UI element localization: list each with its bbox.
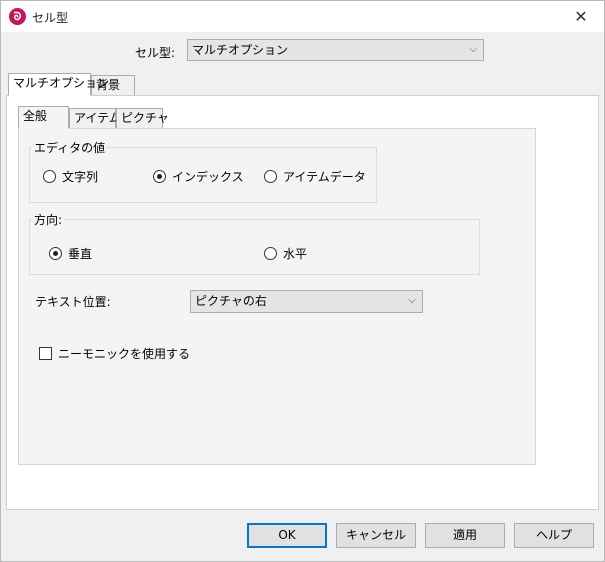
radio-horizontal[interactable]: 水平 <box>264 245 307 262</box>
radio-itemdata-circle[interactable] <box>264 170 277 183</box>
text-position-label: テキスト位置: <box>35 295 111 309</box>
dialog-window: ᘐ セル型 ✕ セル型: マルチオプション ⌵ マルチオプション 背景 全般 ア… <box>0 0 605 562</box>
tab-picture-label: ピクチャ <box>121 111 169 125</box>
radio-vertical-label: 垂直 <box>68 247 93 261</box>
window-title: セル型 <box>32 11 69 25</box>
mnemonic-checkbox[interactable] <box>39 347 52 360</box>
direction-group <box>29 219 480 275</box>
close-icon: ✕ <box>574 7 588 26</box>
title-bar: ᘐ セル型 ✕ <box>1 1 604 32</box>
mnemonic-checkbox-row[interactable]: ニーモニックを使用する <box>39 345 190 362</box>
ok-button[interactable]: OK <box>247 523 327 548</box>
direction-group-title: 方向: <box>32 211 65 228</box>
tab-items[interactable]: アイテム <box>69 108 121 129</box>
radio-vertical[interactable]: 垂直 <box>49 245 92 262</box>
radio-itemdata-label: アイテムデータ <box>283 170 366 184</box>
tab-multioption[interactable]: マルチオプション <box>8 73 109 96</box>
close-button[interactable]: ✕ <box>558 1 604 32</box>
tab-general-label: 全般 <box>23 109 48 123</box>
chevron-down-icon: ⌵ <box>408 295 416 306</box>
cancel-button[interactable]: キャンセル <box>336 523 416 548</box>
text-position-dropdown[interactable]: ピクチャの右 ⌵ <box>190 290 423 313</box>
celltype-value: マルチオプション <box>192 43 289 57</box>
celltype-dropdown[interactable]: マルチオプション ⌵ <box>187 39 484 61</box>
radio-index-circle[interactable] <box>153 170 166 183</box>
tab-picture[interactable]: ピクチャ <box>116 108 169 129</box>
tab-items-label: アイテム <box>74 111 121 125</box>
tab-general[interactable]: 全般 <box>18 106 69 129</box>
general-tab-page: エディタの値 文字列 インデックス アイテムデータ 方向: 垂直 水平 テキスト… <box>18 128 536 465</box>
tab-multioption-label: マルチオプション <box>13 76 110 90</box>
celltype-label: セル型: <box>135 46 176 60</box>
radio-vertical-circle[interactable] <box>49 247 62 260</box>
radio-string-circle[interactable] <box>43 170 56 183</box>
multioption-tab-page: 全般 アイテム ピクチャ エディタの値 文字列 インデックス アイテムデータ 方… <box>6 95 599 510</box>
radio-index[interactable]: インデックス <box>153 168 244 185</box>
radio-string-label: 文字列 <box>62 170 99 184</box>
help-button[interactable]: ヘルプ <box>514 523 594 548</box>
radio-index-label: インデックス <box>172 170 244 184</box>
radio-horizontal-label: 水平 <box>283 247 308 261</box>
radio-itemdata[interactable]: アイテムデータ <box>264 168 366 185</box>
mnemonic-label: ニーモニックを使用する <box>58 347 191 361</box>
app-logo-icon: ᘐ <box>9 8 26 25</box>
apply-button[interactable]: 適用 <box>425 523 505 548</box>
radio-horizontal-circle[interactable] <box>264 247 277 260</box>
chevron-down-icon: ⌵ <box>469 44 477 55</box>
text-position-value: ピクチャの右 <box>195 294 267 308</box>
radio-string[interactable]: 文字列 <box>43 168 98 185</box>
editor-value-group-title: エディタの値 <box>32 139 108 156</box>
